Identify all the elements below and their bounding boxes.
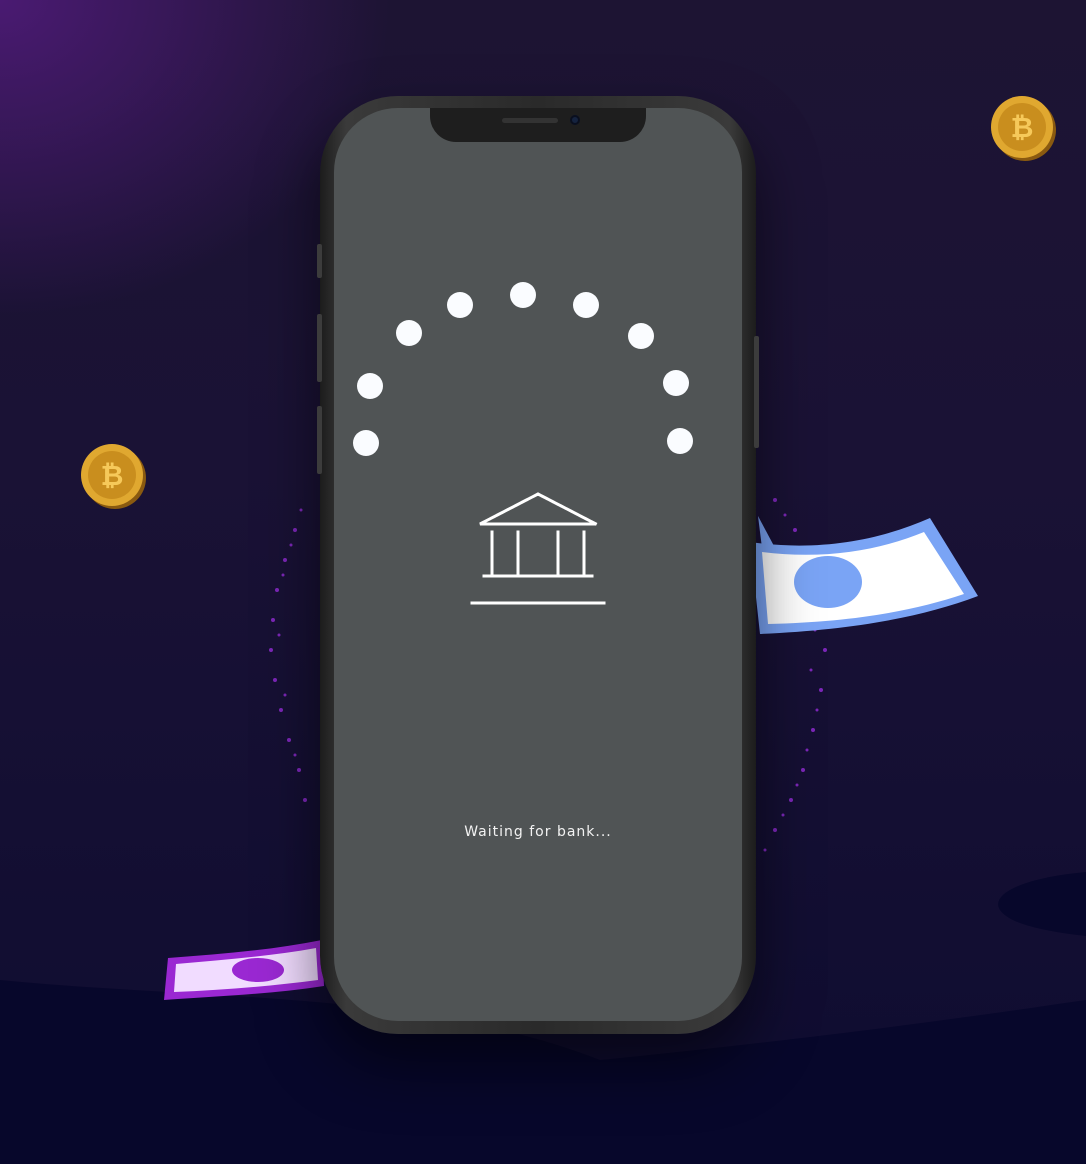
volume-down-button	[317, 406, 322, 474]
svg-text:₿: ₿	[1011, 111, 1034, 144]
phone-mockup: Waiting for bank...	[317, 96, 759, 1034]
spinner-dot	[353, 430, 379, 456]
spinner-dot	[573, 292, 599, 318]
notch	[430, 108, 646, 142]
volume-up-button	[317, 314, 322, 382]
loading-status-text: Waiting for bank...	[464, 824, 612, 840]
spinner-dot	[357, 373, 383, 399]
bitcoin-coin-icon: ₿	[81, 444, 146, 509]
speaker	[502, 118, 558, 123]
mute-switch	[317, 244, 322, 278]
svg-text:₿: ₿	[101, 459, 124, 492]
bank-icon	[470, 492, 606, 605]
spinner-dot	[663, 370, 689, 396]
spinner-dot	[396, 320, 422, 346]
spinner-dot	[628, 323, 654, 349]
banknote-icon	[164, 940, 324, 1000]
scene-background: ₿ ₿ Waiting for bank...	[0, 0, 1086, 1164]
power-button	[754, 336, 759, 448]
camera-icon	[570, 115, 580, 125]
spinner-dot	[667, 428, 693, 454]
phone-screen: Waiting for bank...	[334, 108, 742, 1021]
spinner-dot	[447, 292, 473, 318]
banknote-icon	[750, 516, 978, 634]
spinner-dot	[510, 282, 536, 308]
bitcoin-coin-icon: ₿	[991, 96, 1056, 161]
